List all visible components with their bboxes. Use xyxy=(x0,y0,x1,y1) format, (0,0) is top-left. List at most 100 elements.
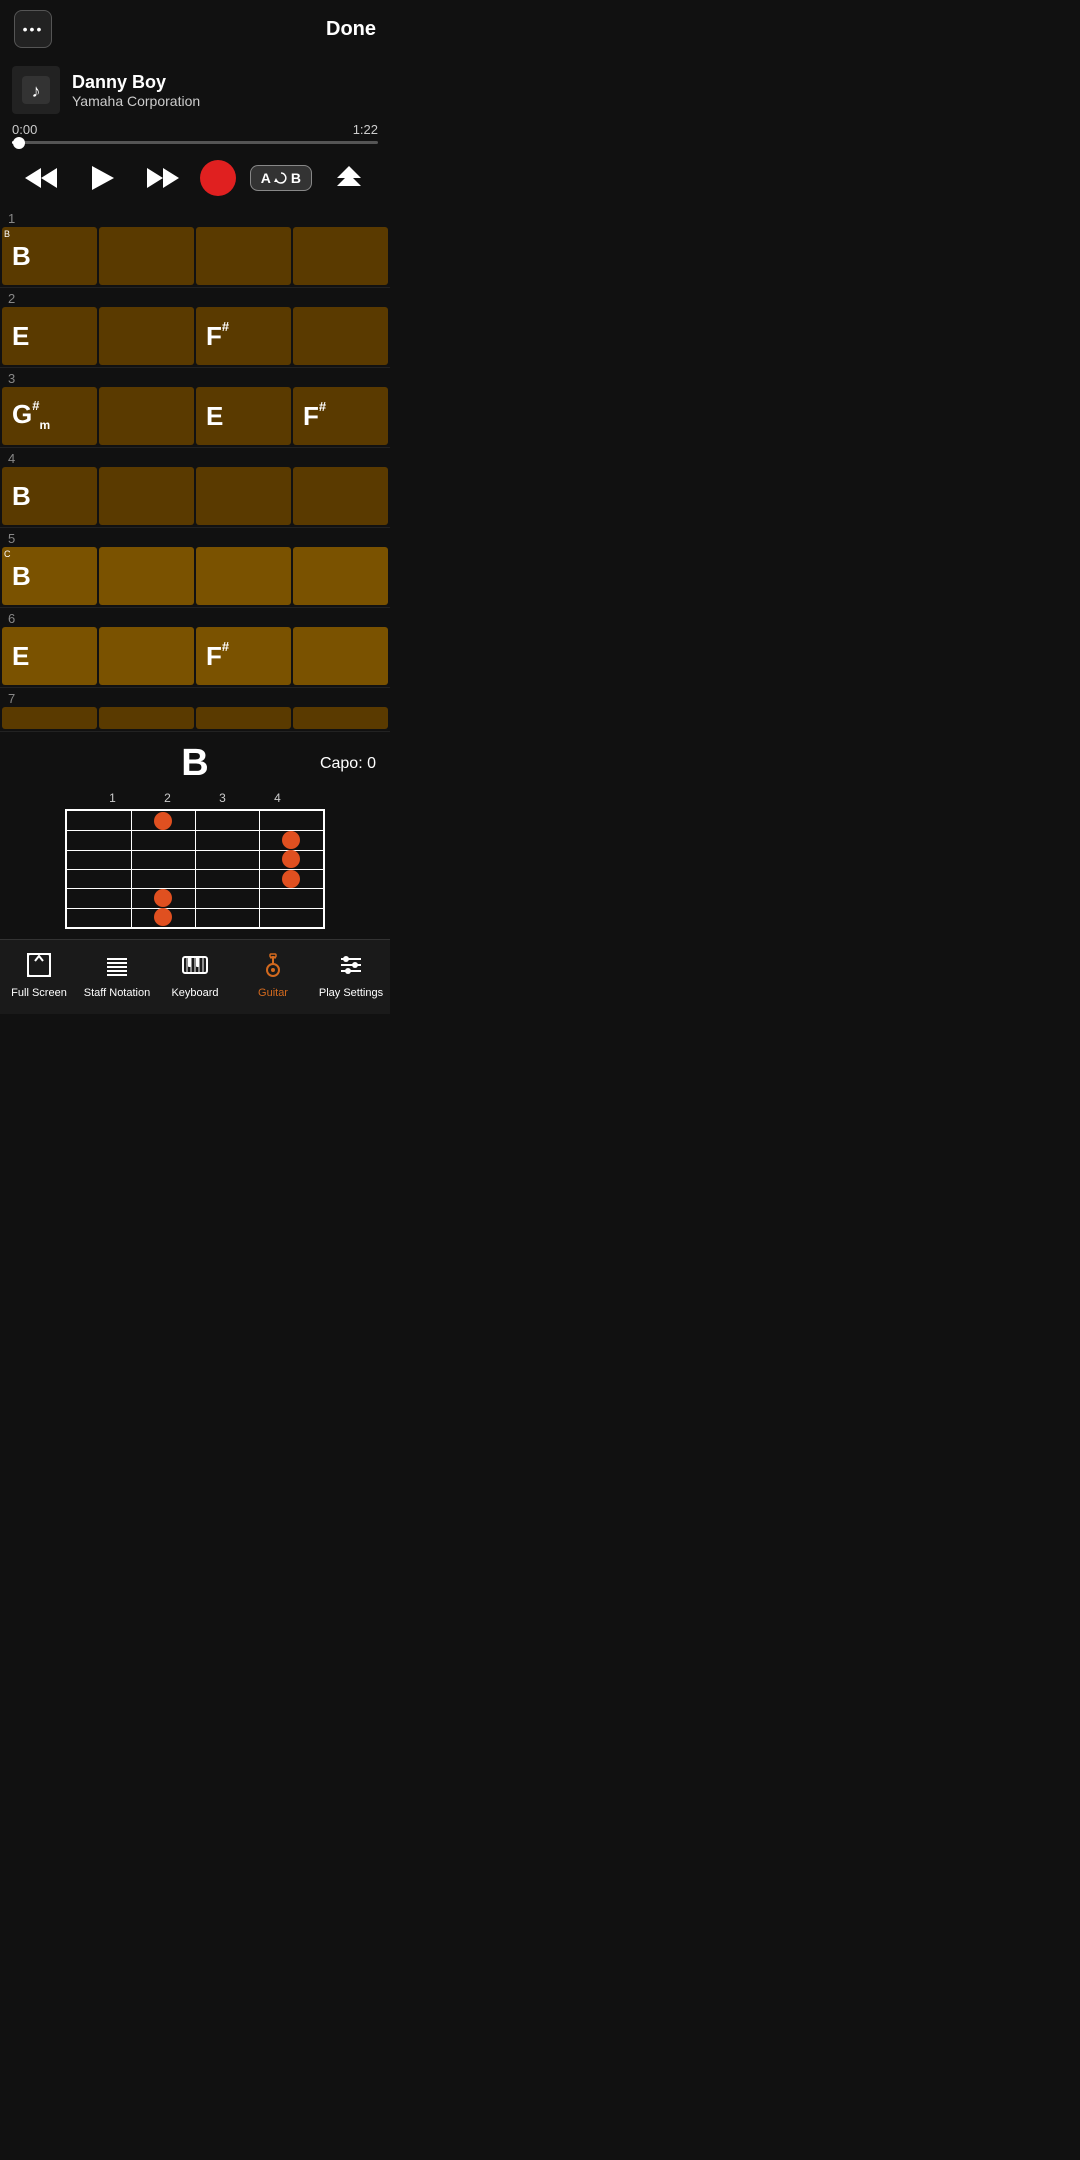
finger-dot xyxy=(154,889,172,907)
menu-dots-icon: ••• xyxy=(23,21,44,37)
fastforward-icon xyxy=(145,164,181,192)
chord-cell[interactable] xyxy=(196,227,291,285)
song-info: ♪ Danny Boy Yamaha Corporation xyxy=(0,58,390,122)
keyboard-icon xyxy=(182,952,208,978)
chord-cell[interactable]: E xyxy=(196,387,291,445)
string-line xyxy=(67,888,323,889)
progress-thumb[interactable] xyxy=(13,137,25,149)
priority-button[interactable] xyxy=(325,158,373,198)
song-text: Danny Boy Yamaha Corporation xyxy=(72,72,378,109)
chord-cell[interactable]: B xyxy=(2,467,97,525)
header: ••• Done xyxy=(0,0,390,58)
loop-icon xyxy=(274,171,288,185)
staff-notation-icon xyxy=(104,952,130,978)
row-cells: G#m E F# xyxy=(0,387,390,447)
nav-label-fullscreen: Full Screen xyxy=(11,987,67,1000)
chord-cell[interactable] xyxy=(99,467,194,525)
chord-cell[interactable] xyxy=(293,467,388,525)
chord-cell[interactable]: BB xyxy=(2,227,97,285)
row-number: 6 xyxy=(0,608,390,627)
string-line xyxy=(67,869,323,870)
keyboard-nav-icon xyxy=(182,952,208,984)
chord-cell[interactable] xyxy=(196,547,291,605)
fret-number: 2 xyxy=(164,791,171,805)
chord-label: G#m xyxy=(12,399,50,432)
chord-cell[interactable]: CB xyxy=(2,547,97,605)
nav-item-staff[interactable]: Staff Notation xyxy=(78,948,156,1004)
chord-label: F# xyxy=(206,321,229,352)
chord-cell[interactable]: F# xyxy=(196,307,291,365)
row-number: 7 xyxy=(0,688,390,707)
chord-cell[interactable]: E xyxy=(2,627,97,685)
row-cells: E F# xyxy=(0,627,390,687)
finger-dot xyxy=(282,831,300,849)
play-icon xyxy=(88,164,116,192)
chord-top-row: B Capo: 0 xyxy=(14,742,376,785)
playsettings-icon xyxy=(338,952,364,978)
chord-cell[interactable] xyxy=(196,707,291,729)
chord-label: E xyxy=(12,321,29,352)
row-number: 5 xyxy=(0,528,390,547)
chord-row-6: 6E F# xyxy=(0,608,390,688)
chord-cell[interactable] xyxy=(196,467,291,525)
chord-label: B xyxy=(12,561,31,592)
chord-cell[interactable] xyxy=(99,387,194,445)
chord-cell[interactable] xyxy=(99,307,194,365)
row-cells: E F# xyxy=(0,307,390,367)
chord-label: B xyxy=(12,481,31,512)
finger-dot xyxy=(154,812,172,830)
row-cells: B xyxy=(0,467,390,527)
record-button[interactable] xyxy=(200,160,236,196)
rewind-button[interactable] xyxy=(17,158,65,198)
progress-bar[interactable] xyxy=(12,141,378,144)
nav-item-fullscreen[interactable]: Full Screen xyxy=(0,948,78,1004)
fullscreen-icon xyxy=(26,952,52,978)
chord-row-7: 7 xyxy=(0,688,390,732)
priority-icon xyxy=(333,164,365,192)
chord-grid: 1BB2EF#3G#mEF#4B5CB6EF#7 xyxy=(0,208,390,732)
string-line xyxy=(67,830,323,831)
chord-cell[interactable] xyxy=(293,547,388,605)
nav-item-guitar[interactable]: Guitar xyxy=(234,948,312,1004)
playsettings-nav-icon xyxy=(338,952,364,984)
chord-cell[interactable] xyxy=(293,707,388,729)
current-time: 0:00 xyxy=(12,122,37,137)
chord-cell[interactable]: F# xyxy=(293,387,388,445)
chord-cell[interactable] xyxy=(99,227,194,285)
chord-row-2: 2EF# xyxy=(0,288,390,368)
nav-item-playsettings[interactable]: Play Settings xyxy=(312,948,390,1004)
chord-row-3: 3 G#m E F# xyxy=(0,368,390,448)
chord-cell[interactable] xyxy=(293,307,388,365)
string-line xyxy=(67,850,323,851)
song-artist: Yamaha Corporation xyxy=(72,93,378,109)
chord-cell[interactable] xyxy=(293,627,388,685)
play-button[interactable] xyxy=(78,158,126,198)
nav-item-keyboard[interactable]: Keyboard xyxy=(156,948,234,1004)
chord-cell[interactable] xyxy=(2,707,97,729)
song-thumbnail: ♪ xyxy=(12,66,60,114)
cell-tag: C xyxy=(4,549,11,559)
done-button[interactable]: Done xyxy=(326,18,376,41)
chord-label: E xyxy=(206,401,223,432)
chord-row-4: 4B xyxy=(0,448,390,528)
chord-cell[interactable] xyxy=(293,227,388,285)
total-time: 1:22 xyxy=(353,122,378,137)
progress-section: 0:00 1:22 xyxy=(0,122,390,150)
fastforward-button[interactable] xyxy=(139,158,187,198)
song-title: Danny Boy xyxy=(72,72,378,93)
chord-cell[interactable] xyxy=(99,707,194,729)
fret-number: 4 xyxy=(274,791,281,805)
guitar-grid xyxy=(65,809,325,929)
row-number: 3 xyxy=(0,368,390,387)
chord-cell[interactable] xyxy=(99,627,194,685)
chord-cell[interactable]: G#m xyxy=(2,387,97,445)
chord-cell[interactable] xyxy=(99,547,194,605)
fullscreen-nav-icon xyxy=(26,952,52,984)
chord-cell[interactable]: E xyxy=(2,307,97,365)
menu-button[interactable]: ••• xyxy=(14,10,52,48)
bottom-nav: Full Screen Staff Notation KeyboardGuitarP… xyxy=(0,939,390,1014)
ab-loop-button[interactable]: A B xyxy=(250,165,312,191)
music-note-icon: ♪ xyxy=(22,76,50,104)
nav-label-staff: Staff Notation xyxy=(84,987,150,1000)
chord-cell[interactable]: F# xyxy=(196,627,291,685)
